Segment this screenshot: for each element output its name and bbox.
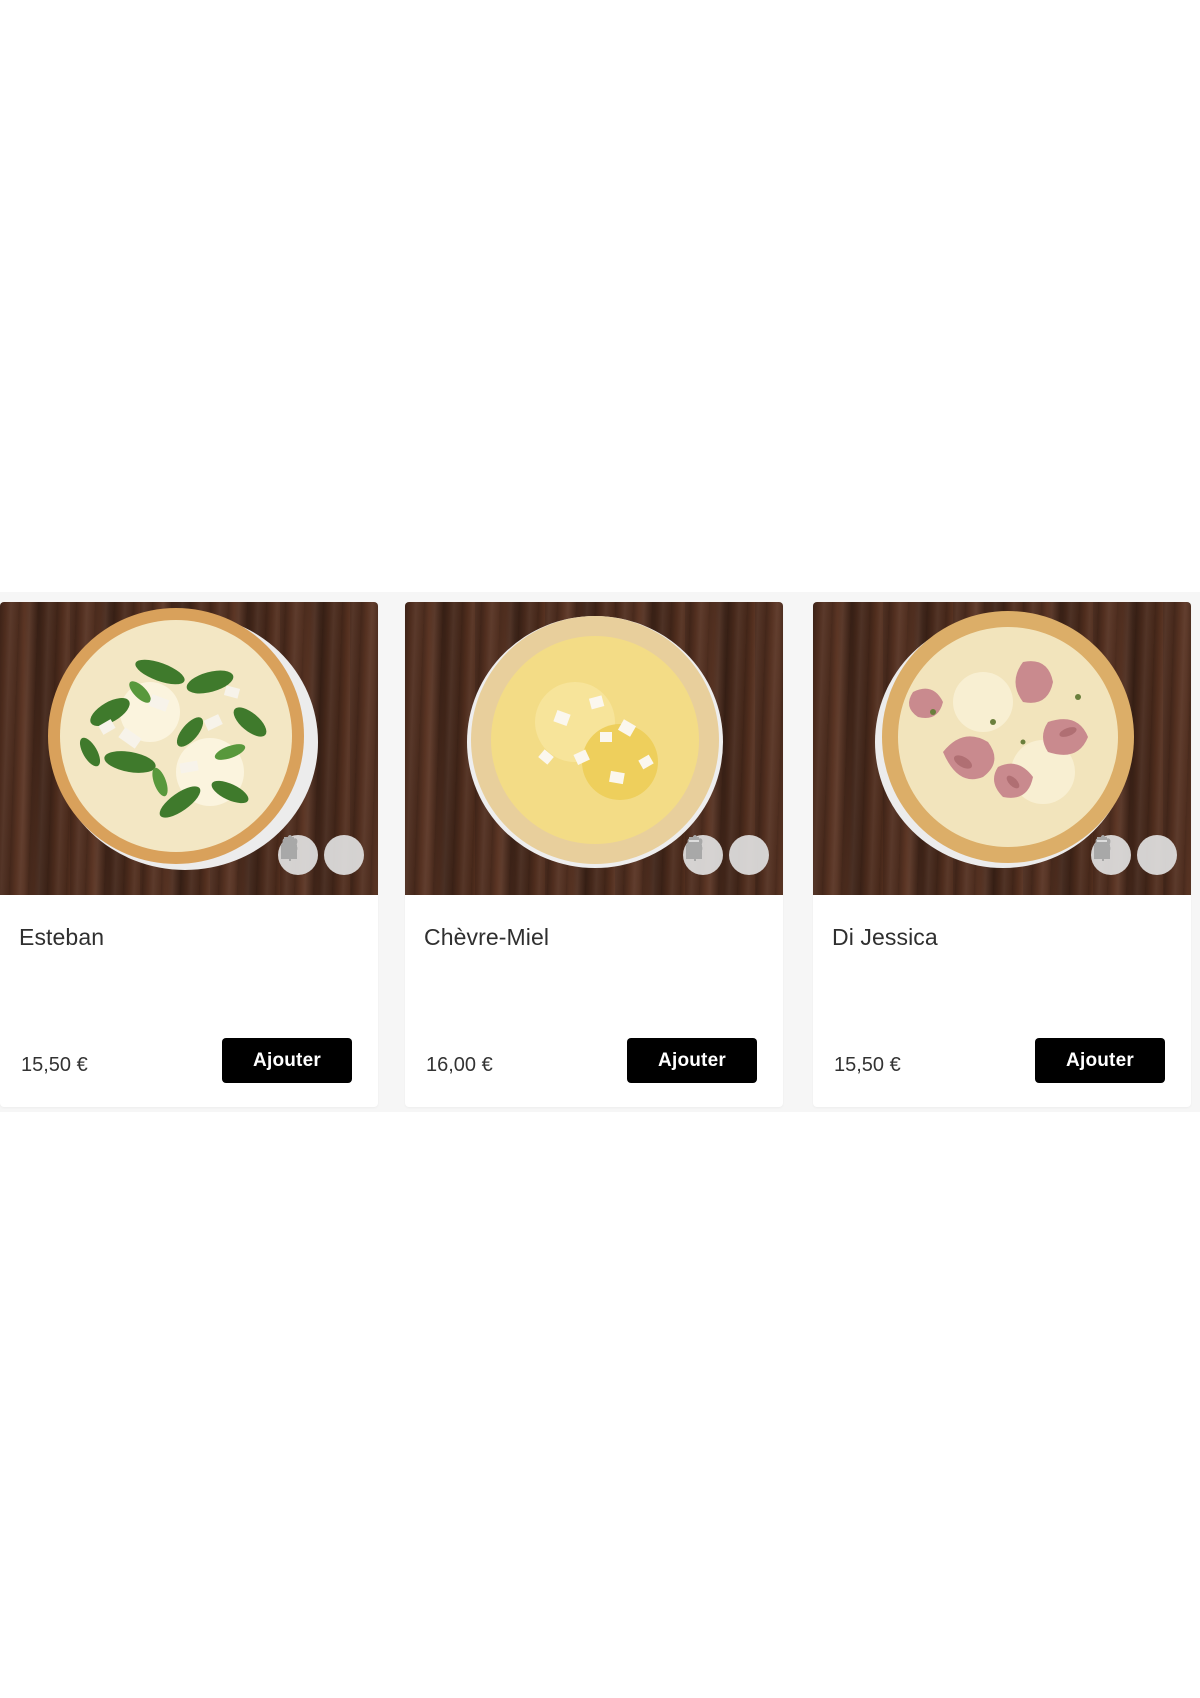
product-name[interactable]: Chèvre-Miel <box>424 924 549 951</box>
product-price: 15,50 € <box>834 1054 901 1076</box>
product-name[interactable]: Esteban <box>19 924 104 951</box>
allergen-badges <box>278 835 364 875</box>
product-card-chevre-miel[interactable]: Chèvre-Miel 16,00 € Ajouter <box>405 602 783 1107</box>
add-to-cart-button[interactable]: Ajouter <box>1035 1038 1165 1083</box>
milk-icon <box>1094 835 1177 875</box>
allergen-badges <box>1091 835 1177 875</box>
wheat-icon <box>282 835 364 875</box>
product-card-di-jessica[interactable]: Di Jessica 15,50 € Ajouter <box>813 602 1191 1107</box>
add-to-cart-button[interactable]: Ajouter <box>627 1038 757 1083</box>
product-image[interactable] <box>405 602 783 895</box>
add-to-cart-button[interactable]: Ajouter <box>222 1038 352 1083</box>
product-name[interactable]: Di Jessica <box>832 924 938 951</box>
product-price: 15,50 € <box>21 1054 88 1076</box>
product-image[interactable] <box>0 602 378 895</box>
milk-icon <box>686 835 769 875</box>
product-image[interactable] <box>813 602 1191 895</box>
product-price: 16,00 € <box>426 1054 493 1076</box>
product-card-esteban[interactable]: Esteban 15,50 € Ajouter <box>0 602 378 1107</box>
allergen-badges <box>683 835 769 875</box>
